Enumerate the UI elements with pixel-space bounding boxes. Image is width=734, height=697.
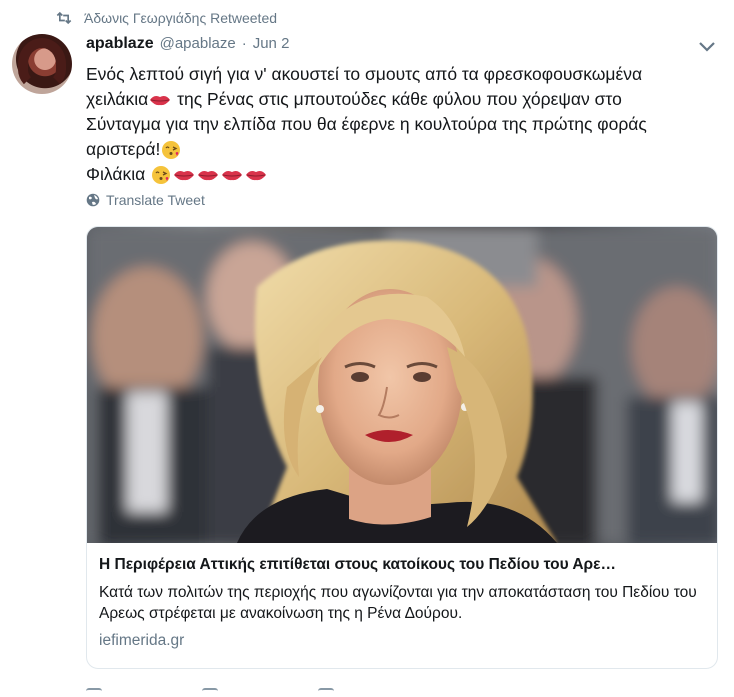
tweet-text-line: Φιλάκια — [86, 162, 706, 187]
tweet-text-line-2b: της Ρένας στις μπουτούδες κάθε φύλου που… — [172, 89, 622, 109]
kiss-mark-lips-icon — [222, 171, 243, 181]
tweet-text-line-1: Ενός λεπτού σιγή για ν' ακουστεί το σμου… — [86, 64, 643, 84]
kiss-mark-lips-icon — [246, 171, 267, 181]
tweet-text: Ενός λεπτού σιγή για ν' ακουστεί το σμου… — [86, 62, 706, 187]
kiss-mark-lips-icon — [150, 96, 171, 106]
user-handle[interactable]: @apablaze — [160, 35, 236, 52]
retweet-icon — [56, 11, 72, 25]
tweet-header: apablaze @apablaze · Jun 2 — [86, 35, 289, 53]
chevron-down-icon[interactable] — [698, 40, 716, 54]
translate-label[interactable]: Translate Tweet — [106, 192, 205, 208]
tweet-text-line-5: Φιλάκια — [86, 164, 146, 184]
retweet-header: Άδωνις Γεωργιάδης Retweeted — [54, 8, 277, 28]
tweet-actions — [86, 688, 486, 697]
kiss-mark-lips-icon — [174, 171, 195, 181]
face-blowing-kiss-icon — [162, 141, 181, 160]
tweet-text-line: χειλάκια της Ρένας στις μπουτούδες κάθε … — [86, 87, 706, 112]
card-description: Κατά των πολιτών της περιοχής που αγωνίζ… — [99, 584, 697, 622]
card-photo — [87, 227, 717, 543]
retweet-action-icon[interactable] — [202, 688, 218, 697]
card-body[interactable]: Η Περιφέρεια Αττικής επιτίθεται στους κα… — [87, 543, 717, 650]
translate-tweet[interactable]: Translate Tweet — [86, 192, 205, 208]
face-blowing-kiss-icon — [152, 166, 171, 185]
card-domain: iefimerida.gr — [99, 632, 185, 649]
retweet-label[interactable]: Άδωνις Γεωργιάδης Retweeted — [84, 10, 277, 26]
avatar[interactable] — [12, 34, 72, 94]
tweet-text-line: αριστερά! — [86, 137, 706, 162]
kiss-mark-lips-icon — [198, 171, 219, 181]
tweet-text-line-4: αριστερά! — [86, 139, 161, 159]
tweet-text-line-2a: χειλάκια — [86, 89, 149, 109]
display-name[interactable]: apablaze — [86, 35, 154, 53]
card-image[interactable] — [87, 227, 717, 543]
link-card[interactable]: Η Περιφέρεια Αττικής επιτίθεται στους κα… — [86, 226, 718, 669]
tweet-date[interactable]: Jun 2 — [253, 35, 290, 52]
tweet-text-line-3: Σύνταγμα για την ελπίδα που θα έφερνε η … — [86, 114, 647, 134]
tweet-text-line: Σύνταγμα για την ελπίδα που θα έφερνε η … — [86, 112, 706, 137]
tweet-text-line: Ενός λεπτού σιγή για ν' ακουστεί το σμου… — [86, 62, 706, 87]
globe-icon — [86, 193, 100, 207]
card-title[interactable]: Η Περιφέρεια Αττικής επιτίθεται στους κα… — [99, 556, 707, 574]
reply-icon[interactable] — [86, 688, 102, 697]
like-icon[interactable] — [318, 688, 334, 697]
separator-dot: · — [241, 35, 247, 52]
